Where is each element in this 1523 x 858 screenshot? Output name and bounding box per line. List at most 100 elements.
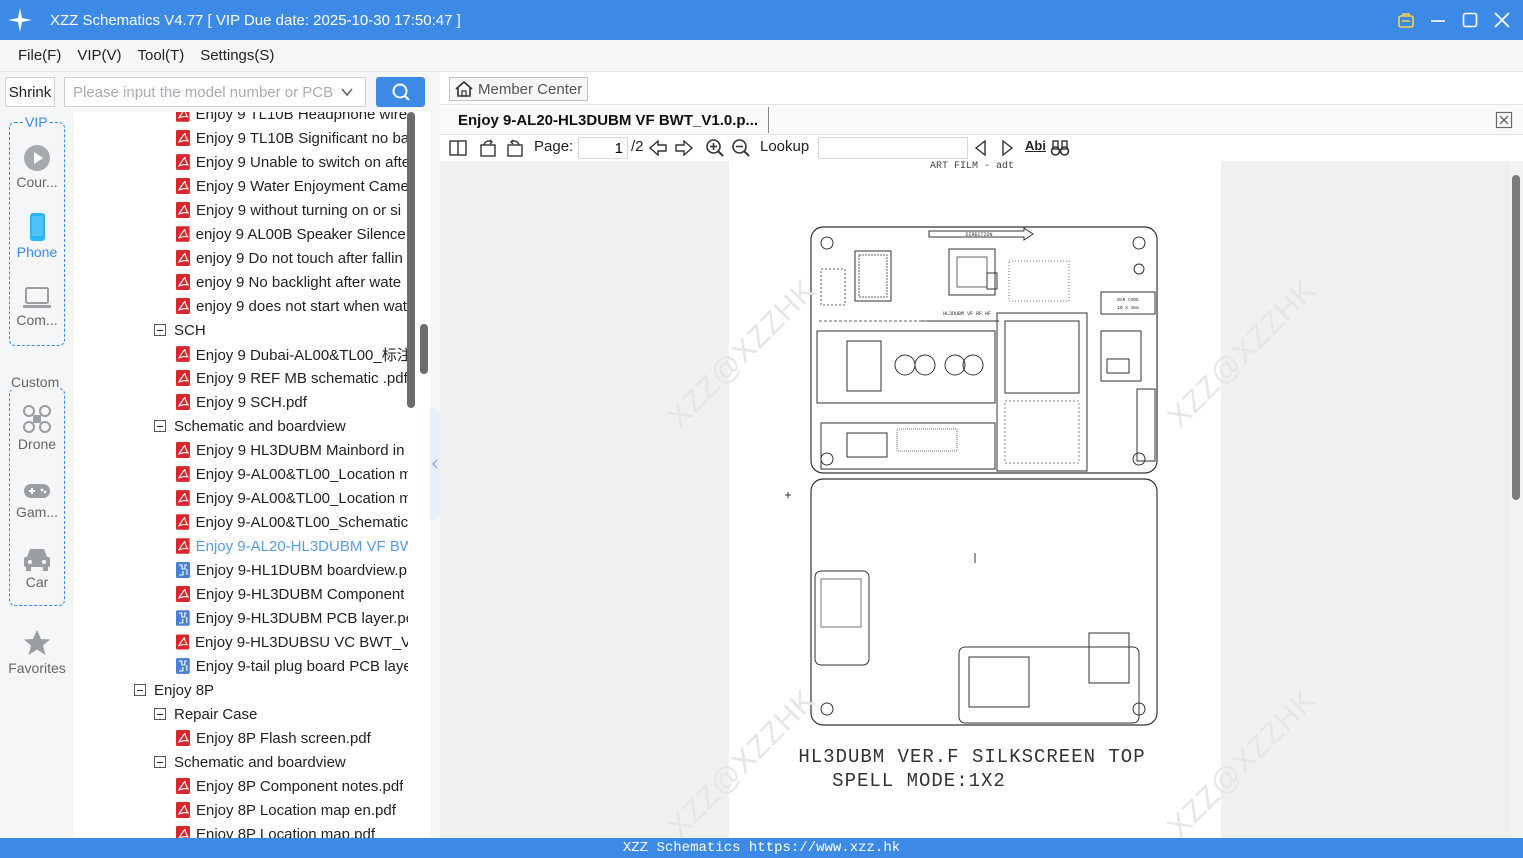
- page-total: /2: [631, 138, 644, 155]
- tree-file[interactable]: Enjoy 9-HL1DUBM boardview.p: [176, 558, 408, 582]
- tree-file[interactable]: enjoy 9 No backlight after wate: [176, 270, 408, 294]
- tree-file[interactable]: Enjoy 8P Location map.pdf: [176, 822, 408, 838]
- pdf-file-icon: [176, 130, 190, 146]
- tree-file[interactable]: enjoy 9 Do not touch after fallin: [176, 246, 408, 270]
- member-center-button[interactable]: Member Center: [449, 77, 588, 101]
- tree-item-label: SCH: [174, 321, 206, 339]
- tree-file[interactable]: Enjoy 9-HL3DUBSU VC BWT_V1.: [176, 630, 408, 654]
- search-input[interactable]: [64, 77, 366, 107]
- tree-file[interactable]: Enjoy 9-HL3DUBM Component: [176, 582, 408, 606]
- category-rail: VIP Cour... Phone Com... Custom Drone Ga…: [0, 112, 74, 838]
- tree-file[interactable]: Enjoy 9 REF MB schematic .pdf: [176, 366, 408, 390]
- custom-group-label: Custom: [10, 374, 61, 390]
- pdf-file-icon: [176, 298, 190, 314]
- tree-item-label: enjoy 9 No backlight after wate: [196, 273, 402, 291]
- rail-item-computer[interactable]: Com...: [0, 286, 74, 328]
- chevron-left-icon: [432, 459, 438, 469]
- collapse-toggle-icon[interactable]: [134, 684, 146, 696]
- tree-file[interactable]: Enjoy 9 Water Enjoyment Came: [176, 174, 408, 198]
- collapse-toggle-icon[interactable]: [154, 420, 166, 432]
- tree-file[interactable]: enjoy 9 does not start when wat: [176, 294, 408, 318]
- tree-folder[interactable]: Repair Case: [154, 702, 408, 726]
- tree-file[interactable]: enjoy 9 AL00B Speaker Silence f: [176, 222, 408, 246]
- tree-file[interactable]: Enjoy 9 HL3DUBM Mainbord in: [176, 438, 408, 462]
- tree-file[interactable]: Enjoy 9-AL00&TL00_Schematic_: [176, 510, 408, 534]
- rotate-right-icon[interactable]: [505, 138, 525, 158]
- rail-item-courses[interactable]: Cour...: [0, 144, 74, 190]
- shrink-button[interactable]: Shrink: [5, 77, 55, 107]
- tree-file[interactable]: Enjoy 9 TL10B Headphone wired: [176, 112, 408, 126]
- pdf-file-icon: [176, 538, 190, 554]
- zoom-in-icon[interactable]: [705, 138, 725, 158]
- tree-file[interactable]: Enjoy 9 Dubai-AL00&TL00_标注: [176, 342, 408, 366]
- menu-settings[interactable]: Settings(S): [192, 47, 282, 64]
- collapse-toggle-icon[interactable]: [154, 756, 166, 768]
- menu-vip[interactable]: VIP(V): [69, 47, 129, 64]
- rail-item-drone[interactable]: Drone: [0, 404, 74, 452]
- viewer-scroll-thumb[interactable]: [1512, 175, 1520, 500]
- menu-tool[interactable]: Tool(T): [130, 47, 193, 64]
- find-previous-icon[interactable]: [971, 138, 991, 158]
- tree-file[interactable]: Enjoy 9-AL00&TL00_Location m: [176, 486, 408, 510]
- tree-item-label: Enjoy 9-AL00&TL00_Location m: [195, 489, 408, 507]
- pdf-file-icon: [176, 826, 190, 838]
- chevron-down-icon[interactable]: [340, 85, 354, 99]
- tree-file[interactable]: Enjoy 9-AL00&TL00_Location m: [176, 462, 408, 486]
- rail-item-label: Phone: [16, 244, 58, 260]
- tree-folder[interactable]: SCH: [154, 318, 408, 342]
- pdf-file-icon: [176, 586, 190, 602]
- tree-file[interactable]: Enjoy 8P Flash screen.pdf: [176, 726, 408, 750]
- tree-file[interactable]: Enjoy 8P Component notes.pdf: [176, 774, 408, 798]
- maximize-icon[interactable]: [1459, 9, 1481, 31]
- tree-file[interactable]: Enjoy 9 Unable to switch on afte: [176, 150, 408, 174]
- car-icon: [24, 549, 50, 571]
- previous-page-icon[interactable]: [648, 138, 668, 158]
- page-label: Page:: [534, 138, 574, 155]
- tree-item-label: Enjoy 9 Water Enjoyment Came: [195, 177, 408, 195]
- tree-folder[interactable]: Schematic and boardview: [154, 750, 408, 774]
- vip-bag-icon[interactable]: [1395, 9, 1417, 31]
- pdf-header: ART FILM - adt: [930, 161, 1014, 172]
- rail-item-car[interactable]: Car: [0, 546, 74, 590]
- tree-file[interactable]: Enjoy 9 SCH.pdf: [176, 390, 408, 414]
- rotate-left-icon[interactable]: [478, 138, 498, 158]
- page-number-input[interactable]: [578, 137, 628, 159]
- pdf-file-icon: [176, 346, 190, 362]
- search-button[interactable]: [376, 77, 425, 107]
- zoom-out-icon[interactable]: [731, 138, 751, 158]
- minimize-icon[interactable]: [1427, 9, 1449, 31]
- pdf-viewer[interactable]: ART FILM - adt DIRECTION BAR CODE 10 X 4…: [440, 161, 1510, 838]
- next-page-icon[interactable]: [674, 138, 694, 158]
- rail-item-favorites[interactable]: Favorites: [0, 628, 74, 676]
- two-page-icon[interactable]: [448, 138, 468, 158]
- pdf-file-icon: [176, 634, 190, 650]
- tree-file[interactable]: Enjoy 9 without turning on or si: [176, 198, 408, 222]
- tree-file[interactable]: Enjoy 8P Location map en.pdf: [176, 798, 408, 822]
- viewer-scrollbar[interactable]: [1510, 161, 1523, 838]
- match-case-icon[interactable]: Abi: [1025, 138, 1046, 153]
- tree-file[interactable]: Enjoy 9-tail plug board PCB laye: [176, 654, 408, 678]
- tree-file[interactable]: Enjoy 9-HL3DUBM PCB layer.pc: [176, 606, 408, 630]
- tree-item-label: Enjoy 9-HL3DUBM PCB layer.pc: [195, 609, 408, 627]
- rail-item-phone[interactable]: Phone: [0, 212, 74, 260]
- collapse-toggle-icon[interactable]: [154, 708, 166, 720]
- collapse-toggle-icon[interactable]: [154, 324, 166, 336]
- rail-item-games[interactable]: Gam...: [0, 480, 74, 520]
- tree-folder[interactable]: Enjoy 8P: [134, 678, 408, 702]
- tree-outer-scrollbar[interactable]: [420, 324, 428, 374]
- close-icon[interactable]: [1491, 9, 1513, 31]
- tree-folder[interactable]: Schematic and boardview: [154, 414, 408, 438]
- lookup-input[interactable]: [818, 137, 968, 159]
- document-tab[interactable]: Enjoy 9-AL20-HL3DUBM VF BWT_V1.0.p...: [448, 107, 770, 133]
- binoculars-icon[interactable]: [1050, 138, 1070, 158]
- pdf-file-icon: [176, 178, 190, 194]
- close-document-icon[interactable]: [1495, 111, 1513, 129]
- tree-scrollbar[interactable]: [407, 112, 415, 408]
- tree-file[interactable]: Enjoy 9 TL10B Significant no ba: [176, 126, 408, 150]
- board-label: HL3DUBM VF RF HF: [943, 311, 991, 317]
- tree-file[interactable]: Enjoy 9-AL20-HL3DUBM VF BW: [176, 534, 408, 558]
- menu-file[interactable]: File(F): [10, 47, 69, 64]
- find-next-icon[interactable]: [997, 138, 1017, 158]
- tree-item-label: Enjoy 8P: [154, 681, 215, 699]
- collapse-panel-button[interactable]: [430, 408, 440, 520]
